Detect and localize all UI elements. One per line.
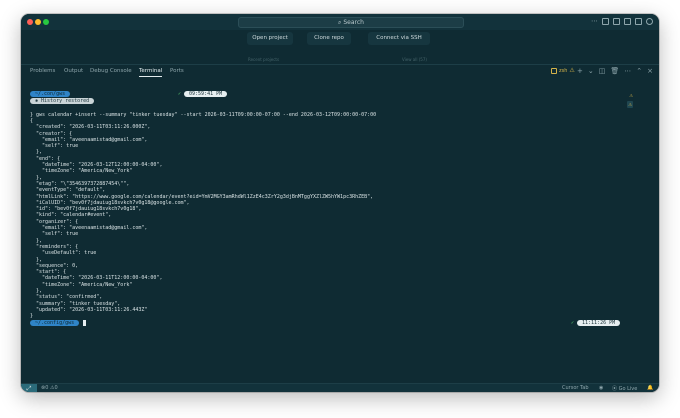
broadcast-icon: ⦿	[612, 386, 618, 392]
trash-icon[interactable]: 🗑	[610, 67, 619, 75]
recent-projects-label: Recent projects	[248, 57, 280, 62]
chevron-down-icon[interactable]: ⌄	[588, 67, 594, 75]
shell-name: zsh	[559, 67, 568, 74]
tab-output[interactable]: Output	[64, 68, 83, 74]
terminal-warning-icon[interactable]: ⚠	[629, 92, 633, 99]
tab-terminal[interactable]: Terminal	[139, 68, 163, 77]
terminal-icon	[551, 67, 557, 74]
terminal-view[interactable]: ~/.con/gws ✓ 09:59:41 PM ✱ History restor…	[30, 79, 640, 384]
maximize-panel-icon[interactable]: ⌃	[636, 67, 642, 75]
clone-repo-button[interactable]: Clone repo	[307, 32, 351, 45]
tab-problems[interactable]: Problems	[30, 68, 55, 74]
search-icon: ⌕	[338, 19, 342, 26]
split-terminal-icon[interactable]: ◫	[599, 67, 606, 75]
panel-actions: + ⌄ ◫ 🗑 ⋯ ⌃ ×	[577, 67, 653, 75]
prompt-time: 09:59:41 PM	[184, 91, 228, 97]
cursor-tab-status[interactable]: Cursor Tab	[562, 385, 589, 391]
title-bar: ⌕ Search ⋯	[21, 14, 659, 30]
terminal-shell-indicator[interactable]: zsh ⚠	[551, 67, 575, 74]
output-line: "htmlLink": "https://www.google.com/cale…	[30, 193, 374, 200]
open-project-button[interactable]: Open project	[247, 32, 293, 45]
prompt-path: ~/.con/gws	[30, 91, 71, 97]
prompt-line-1: ~/.con/gws	[30, 91, 71, 97]
view-all-link[interactable]: View all (57)	[402, 57, 427, 62]
prompt-time: 11:11:26 PM	[577, 320, 621, 326]
go-live-label: Go Live	[618, 386, 638, 392]
prompt-status-1: ✓ 09:59:41 PM	[178, 91, 228, 97]
more-icon[interactable]: ⋯	[591, 18, 598, 25]
terminal-cursor	[83, 320, 87, 326]
notifications-bell-icon[interactable]: 🔔	[647, 385, 653, 391]
error-count: 0	[45, 385, 49, 391]
toggle-panel-icon[interactable]	[613, 18, 620, 25]
search-label: Search	[343, 19, 364, 26]
prompt-status-2: ✓ 11:11:26 PM	[571, 320, 621, 326]
tab-debug-console[interactable]: Debug Console	[90, 68, 132, 74]
settings-icon[interactable]	[646, 18, 653, 25]
layout-controls: ⋯	[591, 18, 653, 25]
history-restored-line: ✱ History restored	[30, 98, 95, 104]
status-bar: ⤢ ⊗0 ⚠0 Cursor Tab ◉ ⦿ Go Live 🔔	[21, 383, 659, 392]
toggle-secondary-sidebar-icon[interactable]	[624, 18, 631, 25]
remote-indicator-icon[interactable]: ⤢	[21, 384, 37, 392]
go-live-button[interactable]: ⦿ Go Live	[612, 385, 637, 392]
check-icon: ✓	[178, 91, 182, 97]
search-panel-icon[interactable]	[635, 18, 642, 25]
panel-tab-bar: Problems Output Debug Console Terminal P…	[21, 64, 659, 78]
warning-icon: ⚠	[569, 67, 575, 74]
close-panel-icon[interactable]: ×	[647, 67, 653, 75]
output-line: }	[30, 313, 34, 320]
problems-indicator[interactable]: ⊗0 ⚠0	[41, 385, 58, 391]
account-icon[interactable]: ◉	[599, 385, 603, 391]
terminal-warning-icon-selected[interactable]: ⚠	[627, 101, 633, 108]
more-actions-icon[interactable]: ⋯	[624, 67, 631, 75]
toggle-sidebar-icon[interactable]	[602, 18, 609, 25]
check-icon: ✓	[571, 320, 575, 326]
history-restored-text: History restored	[41, 98, 90, 104]
tab-ports[interactable]: Ports	[170, 68, 184, 74]
command-search-bar[interactable]: ⌕ Search	[238, 17, 464, 28]
history-restored-badge: ✱ History restored	[30, 98, 95, 104]
minimize-window-button[interactable]	[35, 19, 41, 25]
prompt-path: ~/.config/gws	[30, 320, 80, 326]
prompt-line-2: ~/.config/gws	[30, 320, 87, 326]
command-output: { "created": "2026-03-11T03:11:26.000Z",…	[30, 118, 373, 320]
close-window-button[interactable]	[27, 19, 33, 25]
new-terminal-icon[interactable]: +	[577, 67, 583, 75]
zoom-window-button[interactable]	[43, 19, 49, 25]
warning-count: 0	[54, 385, 58, 391]
editor-window: ⌕ Search ⋯ Open project Clone repo Connec…	[21, 14, 659, 392]
connect-ssh-button[interactable]: Connect via SSH	[368, 32, 430, 45]
